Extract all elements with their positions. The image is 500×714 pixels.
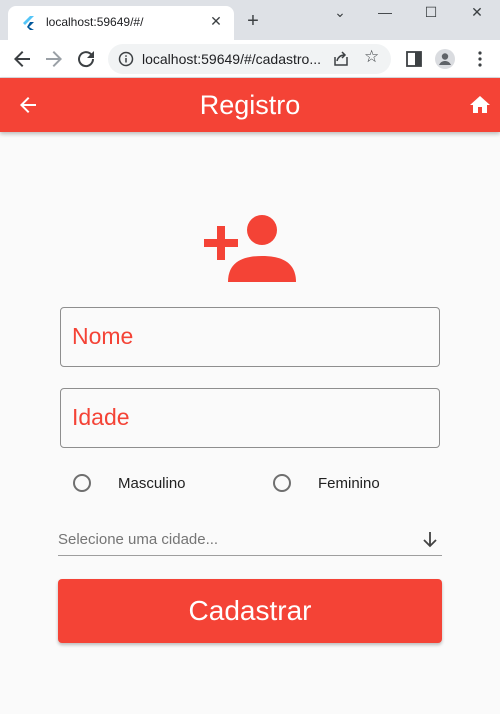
address-bar[interactable]: localhost:59649/#/cadastro... ☆ — [108, 44, 391, 74]
cadastrar-button-label: Cadastrar — [188, 595, 312, 626]
city-dropdown[interactable]: Selecione uma cidade... — [58, 524, 442, 556]
name-field-label: Nome — [72, 323, 134, 349]
browser-toolbar: localhost:59649/#/cadastro... ☆ — [0, 40, 500, 78]
browser-tab[interactable]: localhost:59649/#/ ✕ — [8, 6, 234, 40]
radio-feminino[interactable] — [273, 474, 291, 492]
age-field-label: Idade — [72, 404, 130, 430]
url-text[interactable]: localhost:59649/#/cadastro... — [142, 51, 332, 67]
tab-close-icon[interactable]: ✕ — [208, 13, 224, 29]
arrow-down-icon[interactable] — [420, 530, 440, 550]
forward-icon[interactable] — [42, 47, 66, 71]
person-add-icon — [204, 215, 296, 282]
radio-feminino-label[interactable]: Feminino — [318, 475, 380, 492]
site-info-icon[interactable] — [118, 51, 134, 67]
browser-tab-strip: localhost:59649/#/ ✕ + ⌄ — ☐ ✕ — [0, 0, 500, 40]
close-window-icon[interactable]: ✕ — [467, 4, 487, 20]
flutter-logo-icon — [23, 16, 34, 30]
tab-search-icon[interactable]: ⌄ — [330, 4, 350, 20]
app-bar: Registro — [0, 78, 500, 132]
share-icon[interactable] — [332, 50, 350, 68]
tab-title: localhost:59649/#/ — [46, 15, 144, 29]
name-field[interactable]: Nome — [60, 307, 440, 367]
cadastrar-button[interactable]: Cadastrar — [58, 579, 442, 643]
age-field[interactable]: Idade — [60, 388, 440, 448]
home-icon[interactable] — [468, 93, 492, 117]
side-panel-icon[interactable] — [404, 49, 424, 69]
reload-icon[interactable] — [74, 47, 98, 71]
new-tab-button[interactable]: + — [242, 10, 264, 32]
city-dropdown-hint: Selecione uma cidade... — [58, 531, 219, 548]
maximize-icon[interactable]: ☐ — [421, 4, 441, 20]
menu-kebab-icon[interactable] — [470, 49, 490, 69]
minimize-icon[interactable]: — — [375, 4, 395, 20]
radio-masculino[interactable] — [73, 474, 91, 492]
bookmark-star-icon[interactable]: ☆ — [364, 47, 379, 67]
radio-masculino-label[interactable]: Masculino — [118, 475, 186, 492]
page-title: Registro — [199, 90, 301, 120]
back-icon[interactable] — [10, 47, 34, 71]
profile-avatar-icon[interactable] — [435, 49, 455, 69]
